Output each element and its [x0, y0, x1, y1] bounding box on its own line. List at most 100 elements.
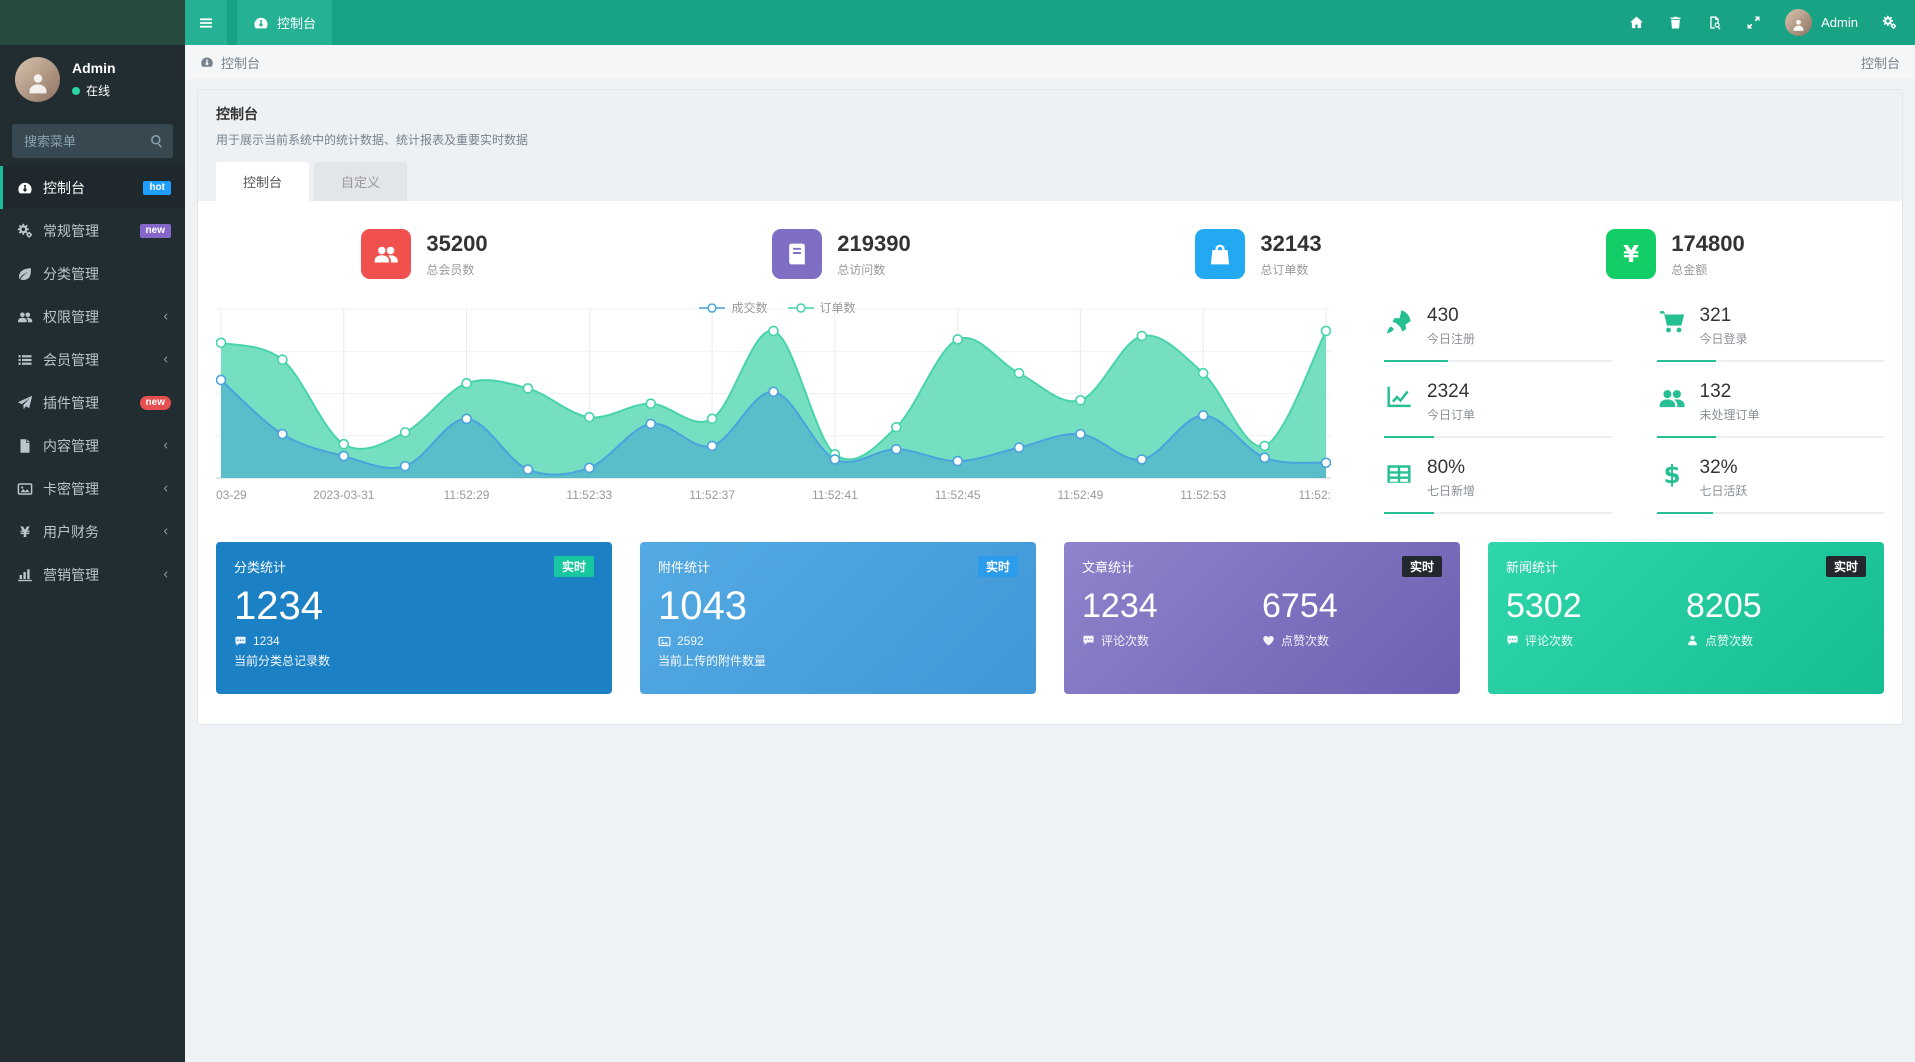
sidebar-item-label: 卡密管理	[43, 480, 99, 497]
trend-chart[interactable]: 成交数 订单数 03-29 2023-03-31 11:52:29 11:52:33 11…	[215, 301, 1339, 514]
card-sub-value: 1234	[253, 634, 280, 648]
legend-item[interactable]: 订单数	[787, 299, 856, 316]
card-big-value: 1234	[1082, 587, 1158, 625]
bag-icon	[1207, 241, 1233, 267]
card-sub-label: 评论次数	[1101, 633, 1150, 648]
sidebar-item-marketing[interactable]: 营销管理	[0, 553, 185, 596]
legend-label: 成交数	[731, 301, 768, 315]
plane-icon	[17, 395, 33, 411]
yen-icon: ¥	[1606, 229, 1657, 279]
sidebar-item-cardkey[interactable]: 卡密管理	[0, 467, 185, 510]
stats-row: 35200 总会员数 219390 总访问数 32143 总订单数 ¥174800 总金额	[216, 229, 1884, 279]
sidebar-item-finance[interactable]: ¥ 用户财务	[0, 510, 185, 553]
gauge-icon	[253, 15, 269, 31]
legend-label: 订单数	[819, 301, 856, 315]
dashboard-panel: 控制台 用于展示当前系统中的统计数据、统计报表及重要实时数据 控制台 自定义 35…	[197, 89, 1903, 725]
comment-icon	[1506, 634, 1519, 647]
tab-custom[interactable]: 自定义	[314, 162, 408, 201]
card-sub-label: 点赞次数	[1705, 633, 1754, 648]
svg-text:¥: ¥	[1623, 242, 1639, 267]
stat-label: 总会员数	[426, 262, 475, 277]
card-big-value: 6754	[1262, 587, 1338, 625]
card-big-value: 1043	[658, 584, 747, 628]
sidebar-brand	[0, 0, 185, 45]
heart-icon	[1262, 634, 1275, 647]
bag-icon	[1195, 229, 1246, 279]
ministat-value: 80%	[1427, 457, 1466, 478]
ministat-label: 今日订单	[1427, 408, 1476, 422]
sidebar-toggle-button[interactable]	[185, 0, 227, 45]
sidebar-item-label: 插件管理	[43, 394, 99, 411]
ministat-label: 七日新增	[1427, 484, 1476, 498]
card-caption: 当前分类总记录数	[234, 654, 331, 668]
trash-icon[interactable]	[1668, 15, 1683, 30]
tab-dashboard[interactable]: 控制台	[216, 162, 310, 201]
sidebar-item-addon[interactable]: 插件管理 new	[0, 381, 185, 424]
sidebar-item-content[interactable]: 内容管理	[0, 424, 185, 467]
sidebar-item-dashboard[interactable]: 控制台 hot	[0, 166, 185, 209]
progress-bar	[1384, 360, 1448, 362]
yen-icon: ¥	[17, 524, 33, 540]
stat-总访问数: 219390 总访问数	[633, 229, 1050, 279]
card-sub-label: 点赞次数	[1281, 633, 1330, 648]
file-search-icon[interactable]	[1707, 15, 1722, 30]
home-icon[interactable]	[1629, 15, 1644, 30]
gauge-icon	[200, 55, 214, 69]
breadcrumb: 控制台 控制台	[185, 45, 1915, 79]
ministat-未处理订单: 132 未处理订单	[1656, 379, 1884, 438]
sidebar-item-general[interactable]: 常规管理 new	[0, 209, 185, 252]
file-icon	[17, 438, 33, 454]
breadcrumb-dashboard-link[interactable]: 控制台	[200, 53, 260, 72]
ministats-grid: 430 今日注册 321 今日登录 2324 今日订单 132 未处理订单 80% 七日新增 $32…	[1339, 303, 1884, 514]
sidebar-item-auth[interactable]: 权限管理	[0, 295, 185, 338]
card-title: 新闻统计	[1506, 560, 1559, 575]
navbar-user-menu[interactable]: Admin	[1785, 9, 1858, 36]
svg-text:11:52:45: 11:52:45	[935, 488, 981, 502]
stat-label: 总订单数	[1260, 262, 1309, 277]
legend-item[interactable]: 成交数	[699, 299, 768, 316]
sidebar-user-panel: Admin 在线	[0, 45, 185, 114]
sidebar-item-label: 权限管理	[43, 308, 99, 325]
ministat-七日新增: 80% 七日新增	[1384, 455, 1612, 514]
ministat-今日订单: 2324 今日订单	[1384, 379, 1612, 438]
sidebar-item-category[interactable]: 分类管理	[0, 252, 185, 295]
panel-header: 控制台 用于展示当前系统中的统计数据、统计报表及重要实时数据 控制台 自定义	[198, 90, 1902, 201]
person-icon	[1686, 634, 1699, 647]
ministat-value: 132	[1699, 381, 1732, 402]
sidebar-item-member[interactable]: 会员管理	[0, 338, 185, 381]
card-big-value: 5302	[1506, 587, 1582, 625]
top-navbar: 控制台 Admin	[185, 0, 1915, 45]
stat-总订单数: 32143 总订单数	[1050, 229, 1467, 279]
tab-dashboard-label: 控制台	[277, 16, 317, 31]
ministat-今日注册: 430 今日注册	[1384, 303, 1612, 362]
users-icon	[373, 241, 399, 267]
card-title: 分类统计	[234, 560, 287, 575]
cart-icon	[1657, 308, 1687, 336]
sidebar: Admin 在线 控制台 hot 常规管理 new 分类管理权限管理会员管理插件管理 ne…	[0, 0, 185, 1062]
stat-label: 总金额	[1671, 262, 1708, 277]
gears-icon[interactable]	[1882, 15, 1897, 30]
chevron-left-icon	[160, 526, 171, 537]
chevron-left-icon	[160, 483, 171, 494]
card-big-value: 1234	[234, 584, 323, 628]
sidebar-item-label: 内容管理	[43, 437, 99, 454]
stat-总金额: ¥174800 总金额	[1467, 229, 1884, 279]
online-dot-icon	[72, 86, 80, 95]
breadcrumb-right: 控制台	[1860, 55, 1900, 71]
svg-text:2023-03-31: 2023-03-31	[313, 488, 375, 502]
ministat-label: 七日活跃	[1699, 484, 1748, 498]
svg-text:11:52:37: 11:52:37	[689, 488, 735, 502]
search-icon[interactable]	[149, 133, 165, 149]
page-description: 用于展示当前系统中的统计数据、统计报表及重要实时数据	[216, 133, 529, 147]
stat-总会员数: 35200 总会员数	[216, 229, 633, 279]
badge-new: new	[139, 395, 171, 410]
progress-bar	[1384, 512, 1435, 514]
chart-bar-icon	[17, 567, 33, 583]
expand-icon[interactable]	[1746, 15, 1761, 30]
progress-bar	[1656, 360, 1716, 362]
dollar-icon: $	[1657, 460, 1687, 488]
line-chart-icon	[1384, 384, 1414, 412]
tab-dashboard[interactable]: 控制台	[237, 0, 333, 45]
rocket-icon	[1384, 308, 1414, 336]
realtime-badge: 实时	[1401, 556, 1442, 577]
